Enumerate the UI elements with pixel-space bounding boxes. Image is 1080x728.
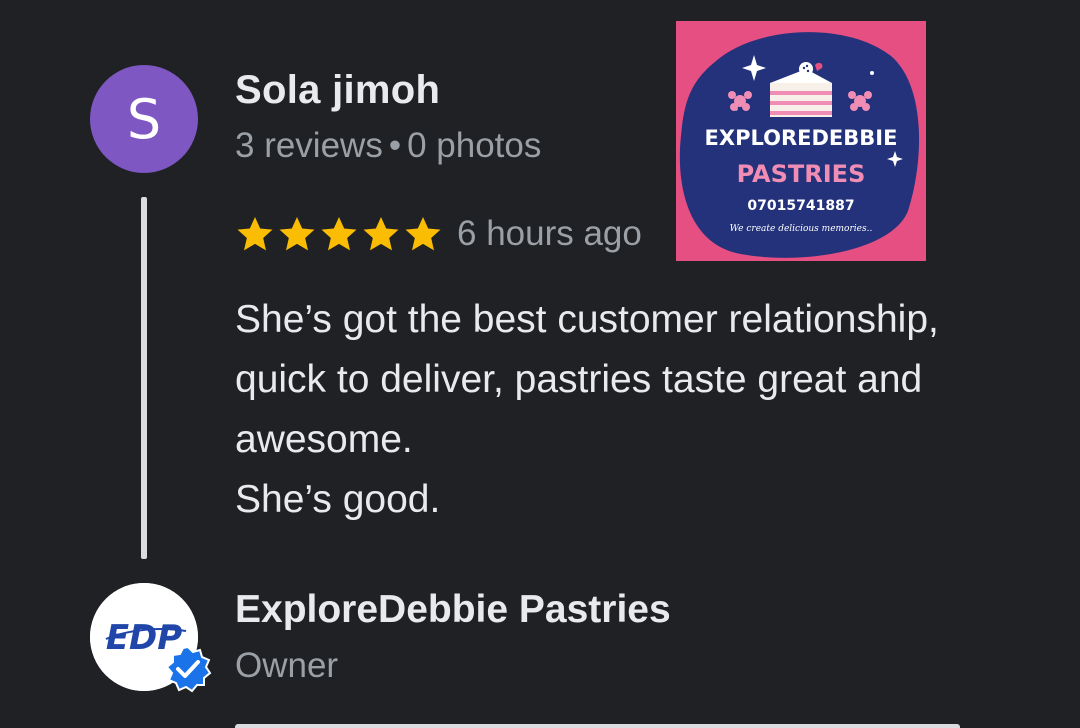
reviews-count: 3 reviews	[235, 126, 383, 165]
rating-row: 6 hours ago	[235, 210, 642, 258]
thread-line	[141, 197, 147, 559]
owner-avatar[interactable]: EDP	[90, 583, 212, 693]
review-text: She’s got the best customer relationship…	[235, 298, 939, 521]
star-icon	[237, 217, 273, 251]
owner-reply-box	[235, 724, 960, 728]
flyer-title-line2: PASTRIES	[737, 160, 866, 188]
reviewer-name[interactable]: Sola jimoh	[235, 68, 440, 113]
star-icon	[321, 217, 357, 251]
owner-name[interactable]: ExploreDebbie Pastries	[235, 588, 671, 632]
review-time: 6 hours ago	[457, 214, 642, 253]
meta-separator: •	[388, 126, 402, 165]
star-rating	[235, 214, 443, 254]
flyer-tagline: We create delicious memories..	[730, 224, 873, 234]
review-photo[interactable]: EXPLOREDEBBIE PASTRIES 07015741887 We cr…	[676, 21, 926, 261]
pastries-flyer-image: EXPLOREDEBBIE PASTRIES 07015741887 We cr…	[676, 21, 926, 261]
flyer-phone: 07015741887	[747, 198, 854, 214]
review-page: S Sola jimoh 3 reviews • 0 photos 6 hours …	[0, 0, 1080, 728]
photos-count: 0 photos	[407, 126, 542, 165]
reviewer-initial: S	[126, 87, 162, 151]
flyer-title-line1: EXPLOREDEBBIE	[705, 126, 898, 150]
reviewer-avatar[interactable]: S	[90, 65, 198, 173]
reviewer-meta: 3 reviews • 0 photos	[235, 126, 541, 166]
owner-role: Owner	[235, 646, 339, 685]
verified-badge-icon	[165, 645, 212, 693]
star-icon	[279, 217, 315, 251]
star-icon	[363, 217, 399, 251]
star-icon	[405, 217, 441, 251]
